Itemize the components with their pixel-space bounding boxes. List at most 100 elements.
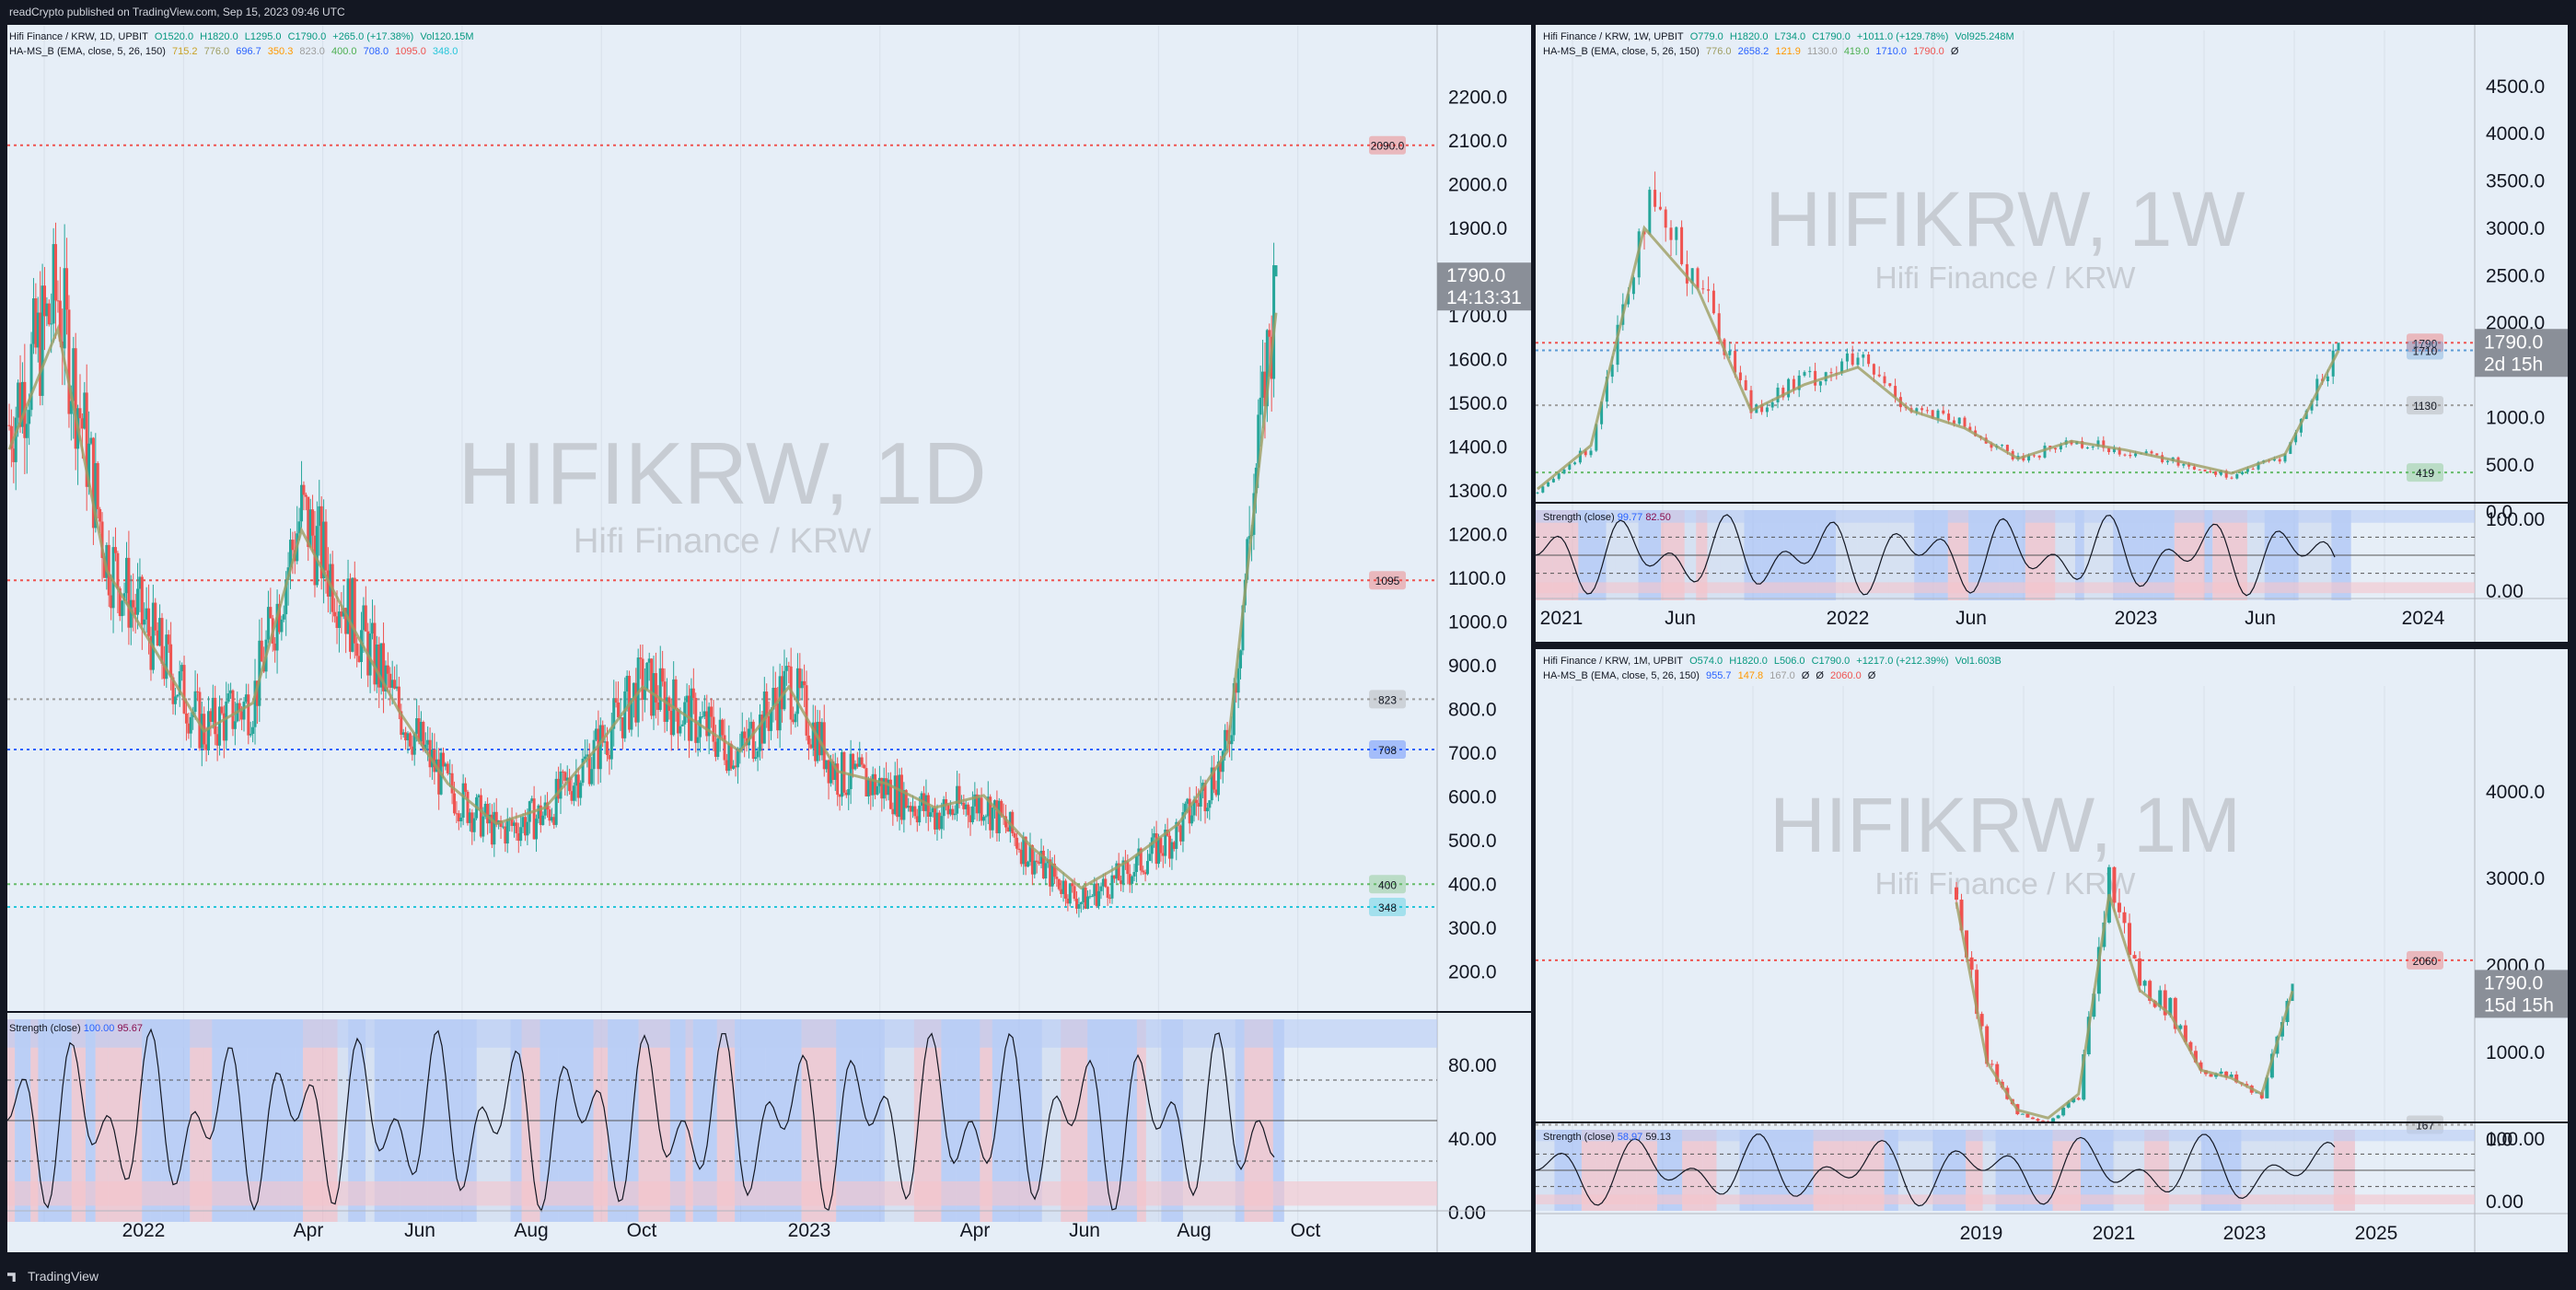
weekly-ind-v5: 419.0 xyxy=(1843,46,1870,57)
candle-body xyxy=(710,706,714,717)
candle-body xyxy=(1097,890,1101,907)
daily-legend-low: L1295.0 xyxy=(244,31,282,42)
candle-body xyxy=(2214,471,2218,475)
candle-body xyxy=(661,668,665,682)
candle-body xyxy=(984,816,988,818)
daily-legend-volume: Vol120.15M xyxy=(420,31,474,42)
daily-strength-name: Strength (close) xyxy=(9,1023,81,1034)
candle-body xyxy=(1551,479,1555,482)
candle-body xyxy=(7,424,11,426)
candle-body xyxy=(1106,887,1109,899)
monthly-legend-high: H1820.0 xyxy=(1729,656,1768,667)
candle-body xyxy=(2032,455,2036,457)
weekly-ind-v3: 121.9 xyxy=(1775,46,1801,57)
candle-body xyxy=(1148,854,1152,862)
time-axis-label: Jun xyxy=(1069,1220,1100,1241)
candle-body xyxy=(579,783,583,798)
daily-chart-svg[interactable]: HIFIKRW, 1DHifi Finance / KRW 2090.0 1095 8… xyxy=(7,25,1531,1252)
chart-panel-daily[interactable]: HIFIKRW, 1D Hifi Finance / KRW 2090.0 1095 8… xyxy=(7,25,1531,1252)
current-price-timer: 14:13:31 xyxy=(1446,287,1522,308)
candle-body xyxy=(1573,462,1577,465)
price-axis-label: 500.0 xyxy=(2486,455,2535,476)
candle-body xyxy=(2005,445,2009,451)
footer-brand: TradingView xyxy=(28,1269,99,1284)
candle-body xyxy=(572,785,575,801)
candle-body xyxy=(182,665,186,714)
daily-legend-high: H1820.0 xyxy=(200,31,238,42)
candle-body xyxy=(1669,227,1673,240)
candle-body xyxy=(2085,447,2089,448)
candle-body xyxy=(1541,486,1545,493)
candle-body xyxy=(1126,861,1130,875)
price-axis-label: 500.0 xyxy=(1448,831,1497,852)
monthly-strength-v1: 58.97 xyxy=(1617,1132,1643,1143)
candle-body xyxy=(736,750,739,768)
price-axis-label: 4000.0 xyxy=(2486,782,2545,803)
monthly-chart-svg[interactable]: HIFIKRW, 1MHifi Finance / KRW20601674000… xyxy=(1536,649,2568,1252)
monthly-ind-v4: Ø xyxy=(1801,670,1810,681)
candle-body xyxy=(1920,408,1924,411)
candle-body xyxy=(28,410,31,424)
time-axis-label: Jun xyxy=(1665,608,1696,629)
weekly-chart-svg[interactable]: HIFIKRW, 1WHifi Finance / KRW17901710113… xyxy=(1536,25,2568,642)
level-tag-label: 1130 xyxy=(2413,400,2437,413)
candle-body xyxy=(645,662,649,690)
candle-body xyxy=(143,619,146,625)
candle-body xyxy=(2219,1071,2223,1074)
price-axis-label: 1600.0 xyxy=(1448,349,1507,370)
weekly-legend: Hifi Finance / KRW, 1W, UPBIT O779.0 H18… xyxy=(1543,29,2018,59)
candle-body xyxy=(1969,957,1974,970)
candle-body xyxy=(1707,289,1711,291)
candle-body xyxy=(803,680,806,686)
candle-body xyxy=(193,691,197,713)
candle-body xyxy=(918,806,922,823)
candle-body xyxy=(247,694,250,736)
candle-body xyxy=(459,818,463,821)
price-axis-label: 2500.0 xyxy=(2486,265,2545,286)
time-axis-label: Apr xyxy=(294,1220,324,1241)
time-axis-label: Jun xyxy=(1955,608,1987,629)
candle-body xyxy=(2209,471,2212,472)
candle-body xyxy=(1044,863,1048,879)
candle-body xyxy=(860,757,864,765)
candle-body xyxy=(1877,374,1881,377)
candle-body xyxy=(1888,383,1892,387)
candle-body xyxy=(1079,901,1083,905)
time-axis-label: 2022 xyxy=(1827,608,1870,629)
candle-body xyxy=(1664,209,1667,228)
candle-body xyxy=(1990,1063,1994,1065)
price-axis-label: 4000.0 xyxy=(2486,123,2545,145)
candle-body xyxy=(226,693,230,702)
candle-body xyxy=(701,715,704,717)
weekly-ind-v2: 2658.2 xyxy=(1737,46,1770,57)
candle-body xyxy=(1132,872,1136,877)
daily-ind-v1: 715.2 xyxy=(172,46,198,57)
candle-body xyxy=(654,673,657,703)
chart-panel-monthly[interactable]: HIFIKRW, 1M Hifi Finance / KRW 2060 167 4000… xyxy=(1536,649,2568,1252)
level-tag-label: 400 xyxy=(1378,878,1397,891)
price-axis-label: 1500.0 xyxy=(1448,393,1507,414)
candle-body xyxy=(2278,459,2281,462)
price-axis-label: 1100.0 xyxy=(1448,568,1506,589)
level-tag-label: 708 xyxy=(1378,744,1397,757)
current-price-timer: 15d 15h xyxy=(2484,994,2554,1016)
monthly-legend-symbol: Hifi Finance / KRW, 1M, UPBIT xyxy=(1543,656,1684,667)
candle-body xyxy=(1110,875,1114,899)
candle-body xyxy=(806,735,810,745)
level-tag-label: 823 xyxy=(1378,693,1397,706)
candle-body xyxy=(214,697,217,735)
chart-panel-weekly[interactable]: HIFIKRW, 1W Hifi Finance / KRW 1790 1710 113… xyxy=(1536,25,2568,642)
candle-body xyxy=(2037,455,2041,458)
candle-body xyxy=(2198,469,2201,471)
candle-body xyxy=(674,679,678,710)
candle-body xyxy=(176,694,180,697)
candle-body xyxy=(1063,880,1067,899)
candle-body xyxy=(590,769,594,784)
candle-body xyxy=(464,783,468,792)
candle-body xyxy=(260,640,263,662)
time-axis-label: Oct xyxy=(627,1220,657,1241)
candle-body xyxy=(679,726,682,734)
price-axis-label: 200.0 xyxy=(1448,961,1497,982)
candle-body xyxy=(1589,450,1593,456)
candle-body xyxy=(1013,833,1016,838)
